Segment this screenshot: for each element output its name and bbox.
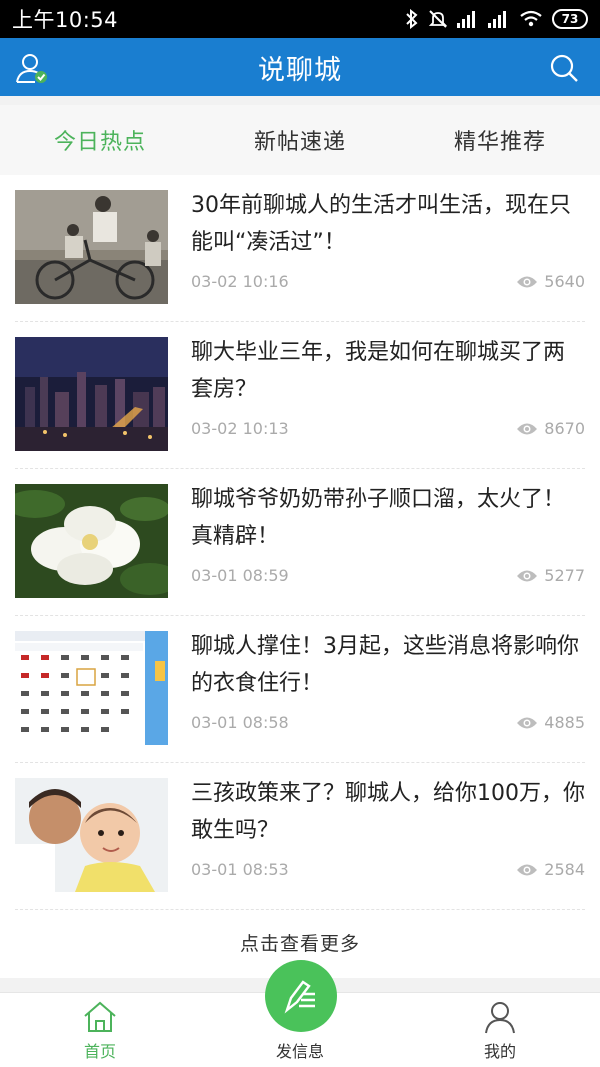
tab-bar: 今日热点 新帖速递 精华推荐 bbox=[0, 105, 600, 175]
view-count: 5640 bbox=[516, 272, 585, 291]
view-count-value: 5640 bbox=[544, 272, 585, 291]
article-date: 03-02 10:16 bbox=[191, 272, 289, 291]
wifi-icon bbox=[520, 10, 542, 27]
article-title: 聊大毕业三年，我是如何在聊城买了两套房？ bbox=[191, 340, 566, 402]
article-item[interactable]: 聊城爷爷奶奶带孙子顺口溜，太火了！真精辟！ 03-01 08:59 5277 bbox=[15, 469, 585, 616]
article-date: 03-01 08:58 bbox=[191, 713, 289, 732]
signal-icon-2 bbox=[488, 11, 506, 28]
view-count: 4885 bbox=[516, 713, 585, 732]
eye-icon bbox=[517, 717, 538, 728]
vintage-bicycle-family-photo bbox=[15, 190, 168, 304]
tab-new-posts[interactable]: 新帖速递 bbox=[200, 105, 400, 175]
article-title: 聊城人撑住！3月起，这些消息将影响你的衣食住行！ bbox=[191, 634, 579, 696]
article-item[interactable]: 聊大毕业三年，我是如何在聊城买了两套房？ 03-02 10:13 8670 bbox=[15, 322, 585, 469]
tab-featured[interactable]: 精华推荐 bbox=[400, 105, 600, 175]
eye-icon bbox=[517, 276, 538, 287]
home-icon bbox=[84, 1001, 116, 1032]
nav-mine-label: 我的 bbox=[483, 1042, 516, 1061]
eye-icon bbox=[517, 570, 538, 581]
search-button[interactable] bbox=[544, 48, 584, 88]
article-thumbnail bbox=[15, 190, 168, 304]
view-count-value: 2584 bbox=[544, 860, 585, 879]
view-count-value: 8670 bbox=[544, 419, 585, 438]
article-item[interactable]: 聊城人撑住！3月起，这些消息将影响你的衣食住行！ 03-01 08:58 488… bbox=[15, 616, 585, 763]
status-bar: 上午10:54 73 bbox=[0, 0, 600, 38]
article-title: 聊城爷爷奶奶带孙子顺口溜，太火了！真精辟！ bbox=[191, 487, 566, 549]
page-title: 说聊城 bbox=[258, 54, 342, 86]
article-date: 03-01 08:53 bbox=[191, 860, 289, 879]
eye-icon bbox=[517, 864, 538, 875]
calendar-screenshot bbox=[15, 631, 168, 745]
nav-post-label: 发信息 bbox=[275, 1042, 324, 1061]
tab-today-hot[interactable]: 今日热点 bbox=[0, 105, 200, 175]
article-title: 三孩政策来了？聊城人，给你100万，你敢生吗？ bbox=[191, 781, 585, 843]
nav-mine[interactable]: 我的 bbox=[440, 993, 560, 1067]
user-icon bbox=[485, 1002, 515, 1034]
user-profile-button[interactable] bbox=[12, 48, 52, 88]
article-list: 30年前聊城人的生活才叫生活，现在只能叫“凑活过”！ 03-02 10:16 5… bbox=[0, 175, 600, 978]
view-count-value: 4885 bbox=[544, 713, 585, 732]
view-count: 8670 bbox=[516, 419, 585, 438]
view-count: 2584 bbox=[516, 860, 585, 879]
article-date: 03-02 10:13 bbox=[191, 419, 289, 438]
boy-kissing-baby-photo bbox=[15, 778, 168, 892]
article-item[interactable]: 三孩政策来了？聊城人，给你100万，你敢生吗？ 03-01 08:53 2584 bbox=[15, 763, 585, 910]
signal-icon bbox=[457, 11, 475, 28]
status-time: 上午10:54 bbox=[12, 8, 119, 32]
search-icon bbox=[550, 54, 578, 82]
article-thumbnail bbox=[15, 778, 168, 892]
user-check-icon bbox=[16, 54, 47, 83]
post-button[interactable] bbox=[265, 960, 337, 1032]
nav-home[interactable]: 首页 bbox=[40, 993, 160, 1067]
article-title: 30年前聊城人的生活才叫生活，现在只能叫“凑活过”！ bbox=[191, 193, 571, 255]
article-thumbnail bbox=[15, 631, 168, 745]
city-night-skyline-photo bbox=[15, 337, 168, 451]
eye-icon bbox=[517, 423, 538, 434]
edit-pen-icon bbox=[284, 980, 315, 1014]
app-header: 说聊城 bbox=[0, 38, 600, 96]
article-thumbnail bbox=[15, 337, 168, 451]
status-icons: 73 bbox=[405, 9, 588, 29]
article-item[interactable]: 30年前聊城人的生活才叫生活，现在只能叫“凑活过”！ 03-02 10:16 5… bbox=[15, 175, 585, 322]
article-date: 03-01 08:59 bbox=[191, 566, 289, 585]
white-gardenia-flower-photo bbox=[15, 484, 168, 598]
view-count-value: 5277 bbox=[544, 566, 585, 585]
battery-indicator: 73 bbox=[552, 9, 588, 29]
bluetooth-icon bbox=[406, 9, 418, 29]
nav-home-label: 首页 bbox=[83, 1042, 116, 1061]
view-count: 5277 bbox=[516, 566, 585, 585]
mute-bell-icon bbox=[428, 10, 448, 28]
article-thumbnail bbox=[15, 484, 168, 598]
